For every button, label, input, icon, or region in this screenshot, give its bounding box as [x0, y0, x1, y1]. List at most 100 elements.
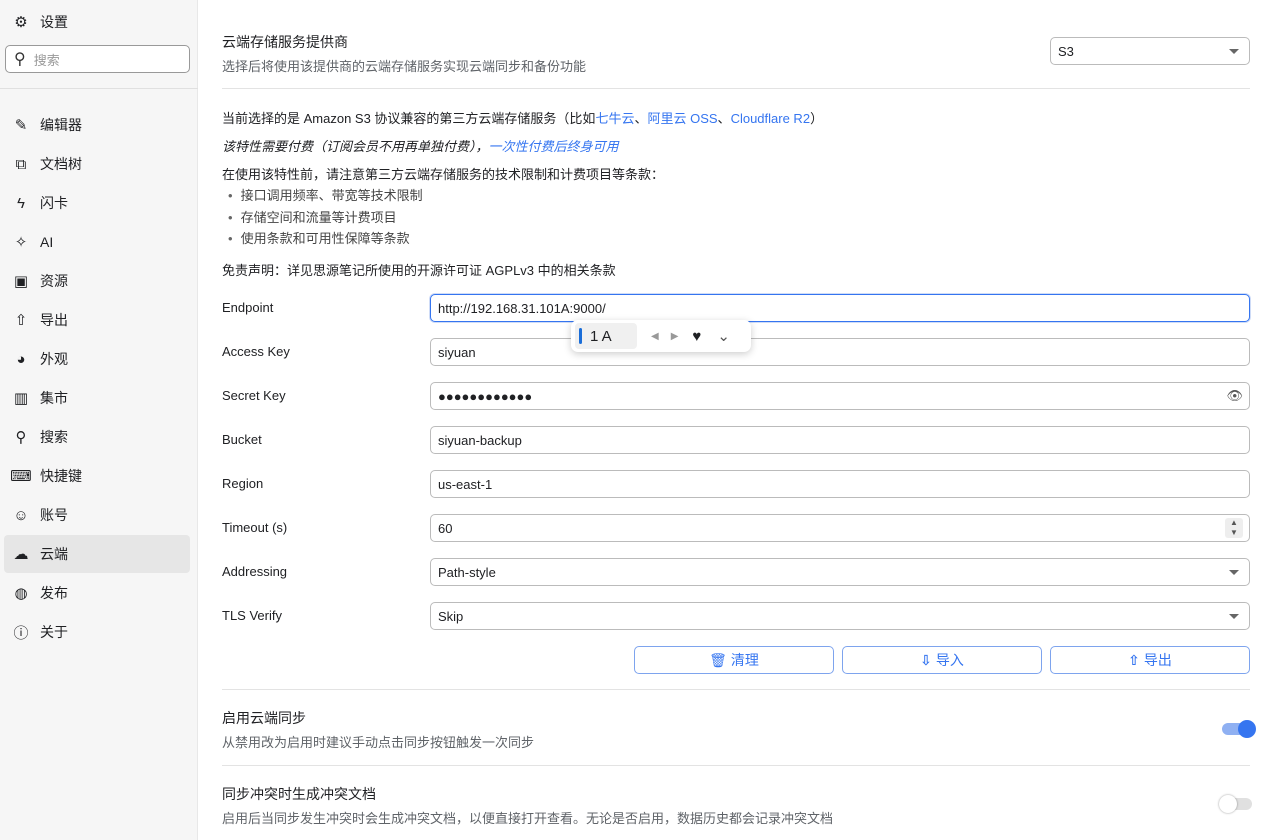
settings-title: ⚙ 设置 [12, 12, 68, 32]
sidebar-nav: ✎ 编辑器 ⧉ 文档树 ϟ 闪卡 ✧ AI ▣ 资源 ⇧ 导出 ◕ 外观 ▥ 集市 ⚲ 搜索 ⌨ 快捷键 ☺ 账号 ☁ 云端 ◍… [4, 106, 190, 652]
upload-icon: ⇧ [14, 312, 28, 329]
sidebar-item-9[interactable]: ⌨ 快捷键 [4, 457, 190, 495]
sidebar-item-label: 外观 [40, 351, 68, 367]
addressing-select[interactable]: Path-style [430, 558, 1250, 586]
conflict-toggle[interactable] [1219, 795, 1252, 813]
chevron-down-icon [1229, 49, 1239, 54]
list-item: 使用条款和可用性保障等条款 [228, 228, 423, 250]
import-button[interactable]: ⇩ 导入 [842, 646, 1042, 674]
sidebar-item-13[interactable]: ⓘ 关于 [4, 613, 190, 651]
region-value: us-east-1 [438, 476, 493, 492]
prev-icon[interactable]: ◀ [651, 331, 659, 342]
form-row: Addressing Path-style [222, 558, 1250, 586]
timeout-s-input[interactable]: 60 ▲ ▼ [430, 514, 1250, 542]
palette-icon: ◕ [16, 350, 26, 368]
divider [222, 765, 1250, 766]
next-icon[interactable]: ▶ [671, 331, 679, 342]
sidebar-item-label: 集市 [40, 390, 68, 406]
sidebar-item-12[interactable]: ◍ 发布 [4, 574, 190, 612]
bucket-input[interactable]: siyuan-backup [430, 426, 1250, 454]
sidebar-item-11[interactable]: ☁ 云端 [4, 535, 190, 573]
sync-toggle[interactable] [1222, 720, 1256, 738]
sidebar-item-label: 快捷键 [40, 468, 82, 484]
sidebar-item-label: 编辑器 [40, 117, 82, 133]
tls-verify-value: Skip [438, 608, 464, 624]
cloudflare-link[interactable]: Cloudflare R2 [731, 111, 811, 126]
divider [0, 88, 198, 89]
info-text: ） [810, 111, 824, 126]
endpoint-input[interactable]: http://192.168.31.101A:9000/ [430, 294, 1250, 322]
provider-desc: 选择后将使用该提供商的云端存储服务实现云端同步和备份功能 [222, 59, 587, 74]
secret-key-input[interactable]: ●●●●●●●●●●●● 👁 [430, 382, 1250, 410]
addressing-value: Path-style [438, 564, 496, 580]
provider-title: 云端存储服务提供商 [222, 34, 348, 50]
sidebar-item-3[interactable]: ✧ AI [4, 223, 190, 261]
ime-candidate[interactable]: 1 A [575, 323, 637, 349]
info-text: 当前选择的是 Amazon S3 协议兼容的第三方云端存储服务（比如 [222, 111, 596, 126]
image-icon: ▣ [13, 273, 29, 290]
sidebar-item-5[interactable]: ⇧ 导出 [4, 301, 190, 339]
tls-verify-select[interactable]: Skip [430, 602, 1250, 630]
qiniu-link[interactable]: 七牛云 [595, 111, 634, 126]
access-key-input[interactable]: siyuan [430, 338, 1250, 366]
list-item: 存储空间和流量等计费项目 [228, 207, 423, 229]
timeout-s-label: Timeout (s) [222, 520, 288, 535]
pricing-line: 该特性需要付费（订阅会员不用再单独付费），一次性付费后终身可用 [222, 136, 619, 155]
search-icon: ⚲ [15, 429, 27, 446]
export-button[interactable]: ⇧ 导出 [1050, 646, 1250, 674]
upload-icon: ⇧ [1128, 651, 1140, 668]
sidebar-item-label: 文档树 [40, 156, 82, 172]
sticker-icon[interactable]: ♥ [692, 328, 701, 345]
separator: 、 [717, 111, 731, 126]
bucket-label: Bucket [222, 432, 262, 447]
export-label: 导出 [1143, 652, 1172, 668]
chevron-down-icon[interactable]: ⌄ [717, 327, 730, 345]
secret-key-label: Secret Key [222, 388, 286, 403]
pencil-icon: ✎ [14, 117, 28, 134]
search-icon: ⚲ [14, 51, 26, 68]
sidebar-item-0[interactable]: ✎ 编辑器 [4, 106, 190, 144]
chevron-down-icon [1229, 570, 1239, 575]
region-input[interactable]: us-east-1 [430, 470, 1250, 498]
sidebar-item-6[interactable]: ◕ 外观 [4, 340, 190, 378]
globe-icon: ◍ [14, 585, 28, 602]
sidebar-item-10[interactable]: ☺ 账号 [4, 496, 190, 534]
sidebar: ⚙ 设置 ⚲ 搜索 ✎ 编辑器 ⧉ 文档树 ϟ 闪卡 ✧ AI ▣ 资源 ⇧ 导出 ◕ 外观 ▥ 集市 ⚲ 搜索 ⌨ 快捷… [0, 0, 198, 840]
purge-button[interactable]: 🗑 清理 [634, 646, 834, 674]
sync-title: 启用云端同步 [222, 710, 306, 726]
lightning-icon: ϟ [17, 194, 25, 212]
region-label: Region [222, 476, 264, 491]
search-input[interactable]: ⚲ 搜索 [5, 45, 190, 73]
stepper-icon[interactable]: ▲ ▼ [1225, 518, 1243, 538]
sidebar-item-4[interactable]: ▣ 资源 [4, 262, 190, 300]
import-label: 导入 [935, 652, 964, 668]
keyboard-icon: ⌨ [10, 468, 32, 485]
eye-icon[interactable]: 👁 [1226, 388, 1243, 404]
sidebar-item-label: 关于 [40, 624, 68, 640]
trash-icon: 🗑 [709, 651, 727, 668]
timeout-s-value: 60 [438, 520, 453, 536]
provider-select[interactable]: S3 [1050, 37, 1250, 65]
user-icon: ☺ [13, 506, 29, 524]
ime-candidate-popup: 1 A ◀ ▶ ♥ ⌄ [571, 320, 751, 352]
toggle-knob [1238, 720, 1256, 738]
sidebar-item-label: 搜索 [40, 429, 68, 445]
access-key-value: siyuan [438, 344, 476, 360]
aliyun-link[interactable]: 阿里云 OSS [647, 111, 717, 126]
secret-key-value: ●●●●●●●●●●●● [438, 388, 533, 404]
gear-icon: ⚙ [14, 14, 28, 31]
sparkle-icon: ✧ [14, 234, 28, 251]
divider [222, 88, 1250, 89]
purchase-link[interactable]: 一次性付费后终身可用 [489, 139, 619, 154]
sidebar-item-7[interactable]: ▥ 集市 [4, 379, 190, 417]
sidebar-item-8[interactable]: ⚲ 搜索 [4, 418, 190, 456]
form-row: Bucket siyuan-backup [222, 426, 1250, 454]
divider [222, 689, 1250, 690]
sidebar-item-1[interactable]: ⧉ 文档树 [4, 145, 190, 183]
cloud-icon: ☁ [13, 546, 29, 563]
store-icon: ▥ [13, 390, 29, 407]
tls-verify-label: TLS Verify [222, 608, 282, 623]
tree-icon: ⧉ [15, 155, 27, 173]
sidebar-item-2[interactable]: ϟ 闪卡 [4, 184, 190, 222]
settings-title-label: 设置 [40, 14, 68, 30]
